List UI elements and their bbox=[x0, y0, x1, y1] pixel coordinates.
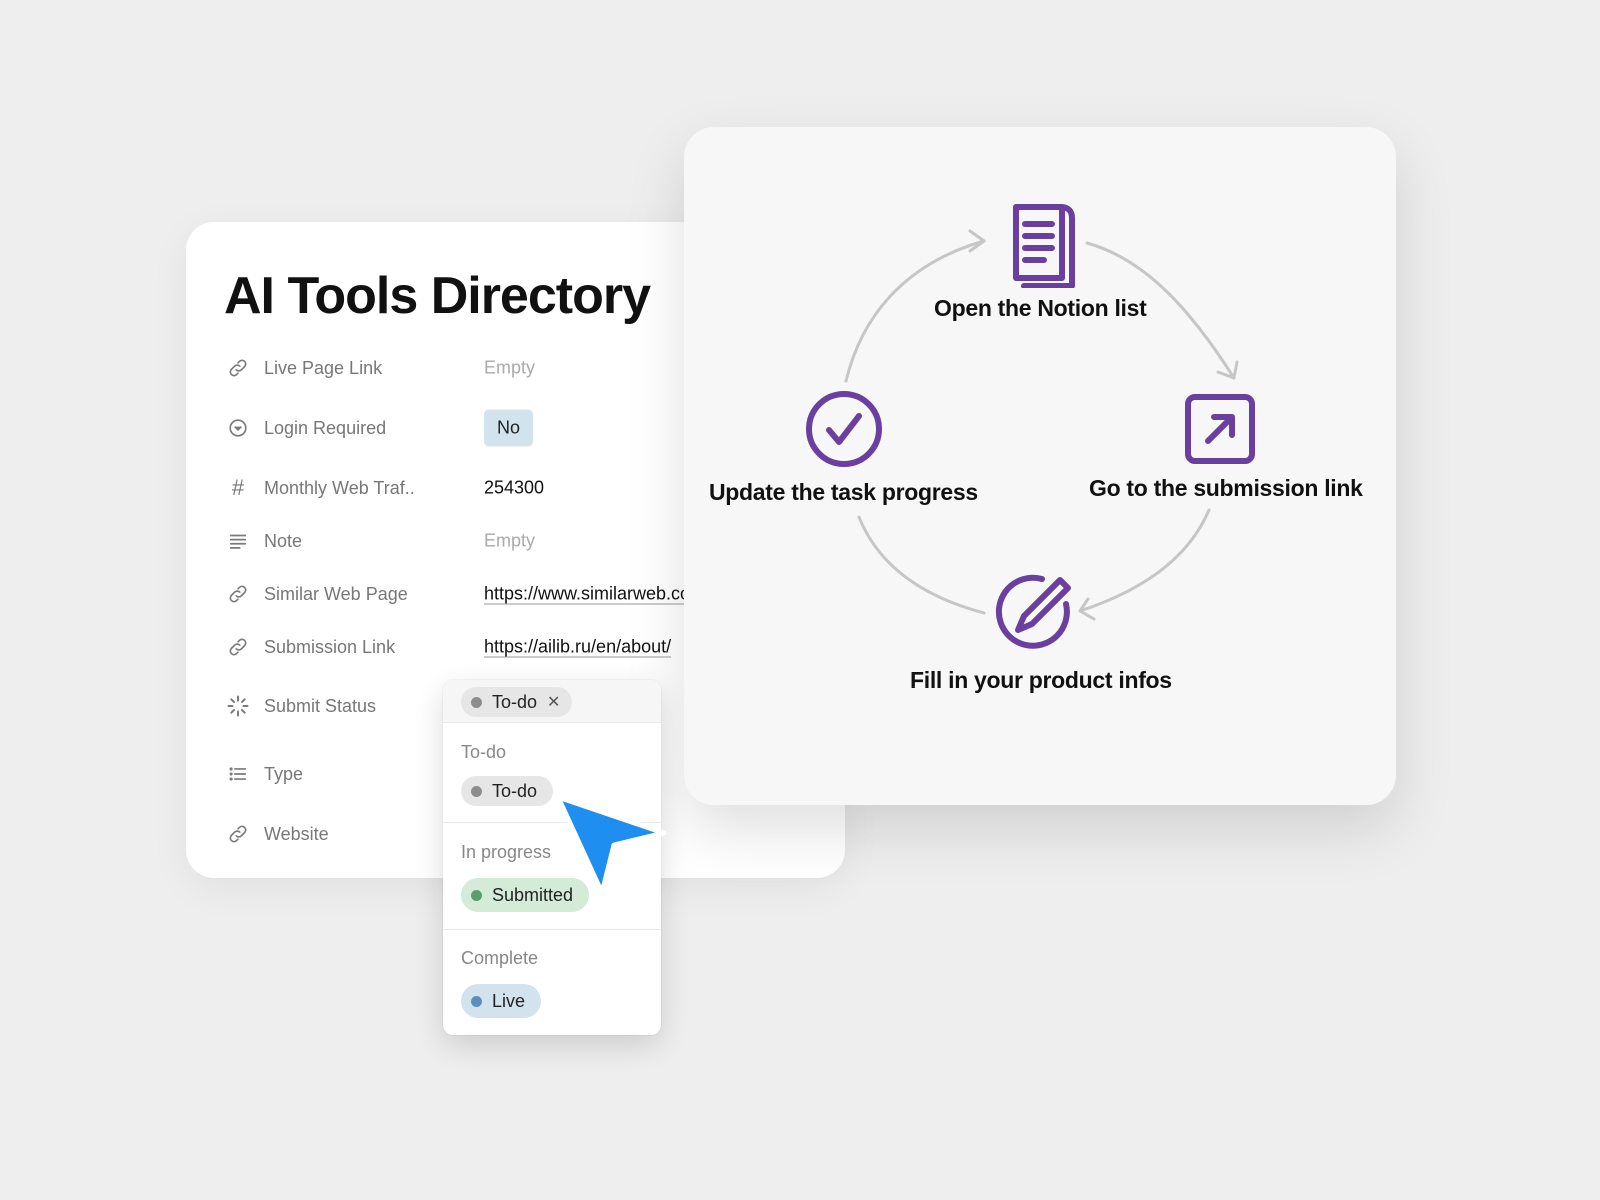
selected-status-tag[interactable]: To-do ✕ bbox=[461, 687, 573, 717]
step-label: Open the Notion list bbox=[934, 295, 1147, 321]
property-value[interactable]: 254300 bbox=[484, 478, 544, 499]
step-label: Update the task progress bbox=[709, 479, 978, 505]
property-label: Monthly Web Traf.. bbox=[264, 477, 415, 498]
step-label: Go to the submission link bbox=[1089, 475, 1363, 501]
external-link-icon bbox=[1184, 393, 1256, 470]
arrow-segment bbox=[1078, 508, 1211, 613]
group-label-in-progress: In progress bbox=[461, 842, 552, 862]
text-lines-icon bbox=[226, 529, 250, 553]
option-todo[interactable]: To-do bbox=[461, 776, 554, 806]
pointer-cursor-icon bbox=[555, 794, 676, 900]
status-dot bbox=[471, 785, 482, 797]
property-submission-link[interactable]: Submission Link https://ailib.ru/en/abou… bbox=[226, 627, 671, 667]
option-live[interactable]: Live bbox=[461, 984, 542, 1018]
property-label: Similar Web Page bbox=[264, 583, 408, 604]
link-icon bbox=[226, 635, 250, 659]
property-note[interactable]: Note Empty bbox=[226, 521, 535, 561]
close-icon[interactable]: ✕ bbox=[547, 692, 560, 712]
loading-status-icon bbox=[226, 694, 250, 718]
property-similar-web-page[interactable]: Similar Web Page https://www.similarweb.… bbox=[226, 574, 726, 614]
list-icon bbox=[226, 762, 250, 786]
property-value[interactable]: Empty bbox=[484, 358, 535, 379]
arrow-segment bbox=[857, 515, 986, 615]
status-dot bbox=[471, 696, 482, 708]
link-icon bbox=[226, 356, 250, 380]
link-icon bbox=[226, 822, 250, 846]
property-live-page-link[interactable]: Live Page Link Empty bbox=[226, 348, 535, 388]
selected-status-label: To-do bbox=[492, 691, 538, 712]
property-value[interactable]: No bbox=[484, 409, 534, 447]
property-login-required[interactable]: Login Required No bbox=[226, 408, 534, 448]
option-label: To-do bbox=[492, 780, 538, 801]
property-link-value[interactable]: https://ailib.ru/en/about/ bbox=[484, 637, 671, 658]
property-monthly-web-traffic[interactable]: # Monthly Web Traf.. 254300 bbox=[226, 468, 544, 508]
property-label: Submit Status bbox=[264, 695, 377, 716]
property-value[interactable]: Empty bbox=[484, 531, 535, 552]
group-label-todo: To-do bbox=[461, 742, 507, 762]
select-tag[interactable]: No bbox=[484, 409, 534, 447]
divider bbox=[443, 929, 661, 930]
page-title: AI Tools Directory bbox=[224, 267, 651, 325]
step-label: Fill in your product infos bbox=[910, 667, 1172, 693]
document-icon bbox=[1002, 200, 1078, 293]
check-circle-icon bbox=[804, 389, 884, 474]
hash-icon: # bbox=[231, 475, 245, 500]
link-icon bbox=[226, 582, 250, 606]
edit-pencil-icon bbox=[994, 570, 1080, 661]
chevron-circle-icon bbox=[226, 416, 250, 440]
property-label: Live Page Link bbox=[264, 357, 383, 378]
property-label: Website bbox=[264, 823, 329, 844]
property-label: Submission Link bbox=[264, 636, 396, 657]
property-label: Login Required bbox=[264, 417, 387, 438]
property-label: Type bbox=[264, 763, 304, 784]
property-website[interactable]: Website bbox=[226, 814, 329, 854]
property-type[interactable]: Type bbox=[226, 754, 303, 794]
property-submit-status[interactable]: Submit Status bbox=[226, 686, 376, 726]
option-label: Live bbox=[492, 990, 526, 1011]
group-label-complete: Complete bbox=[461, 948, 539, 968]
status-dot bbox=[471, 889, 482, 901]
property-label: Note bbox=[264, 530, 303, 551]
workflow-card: Open the Notion list Go to the submissio… bbox=[684, 127, 1396, 805]
status-dot bbox=[471, 995, 482, 1007]
